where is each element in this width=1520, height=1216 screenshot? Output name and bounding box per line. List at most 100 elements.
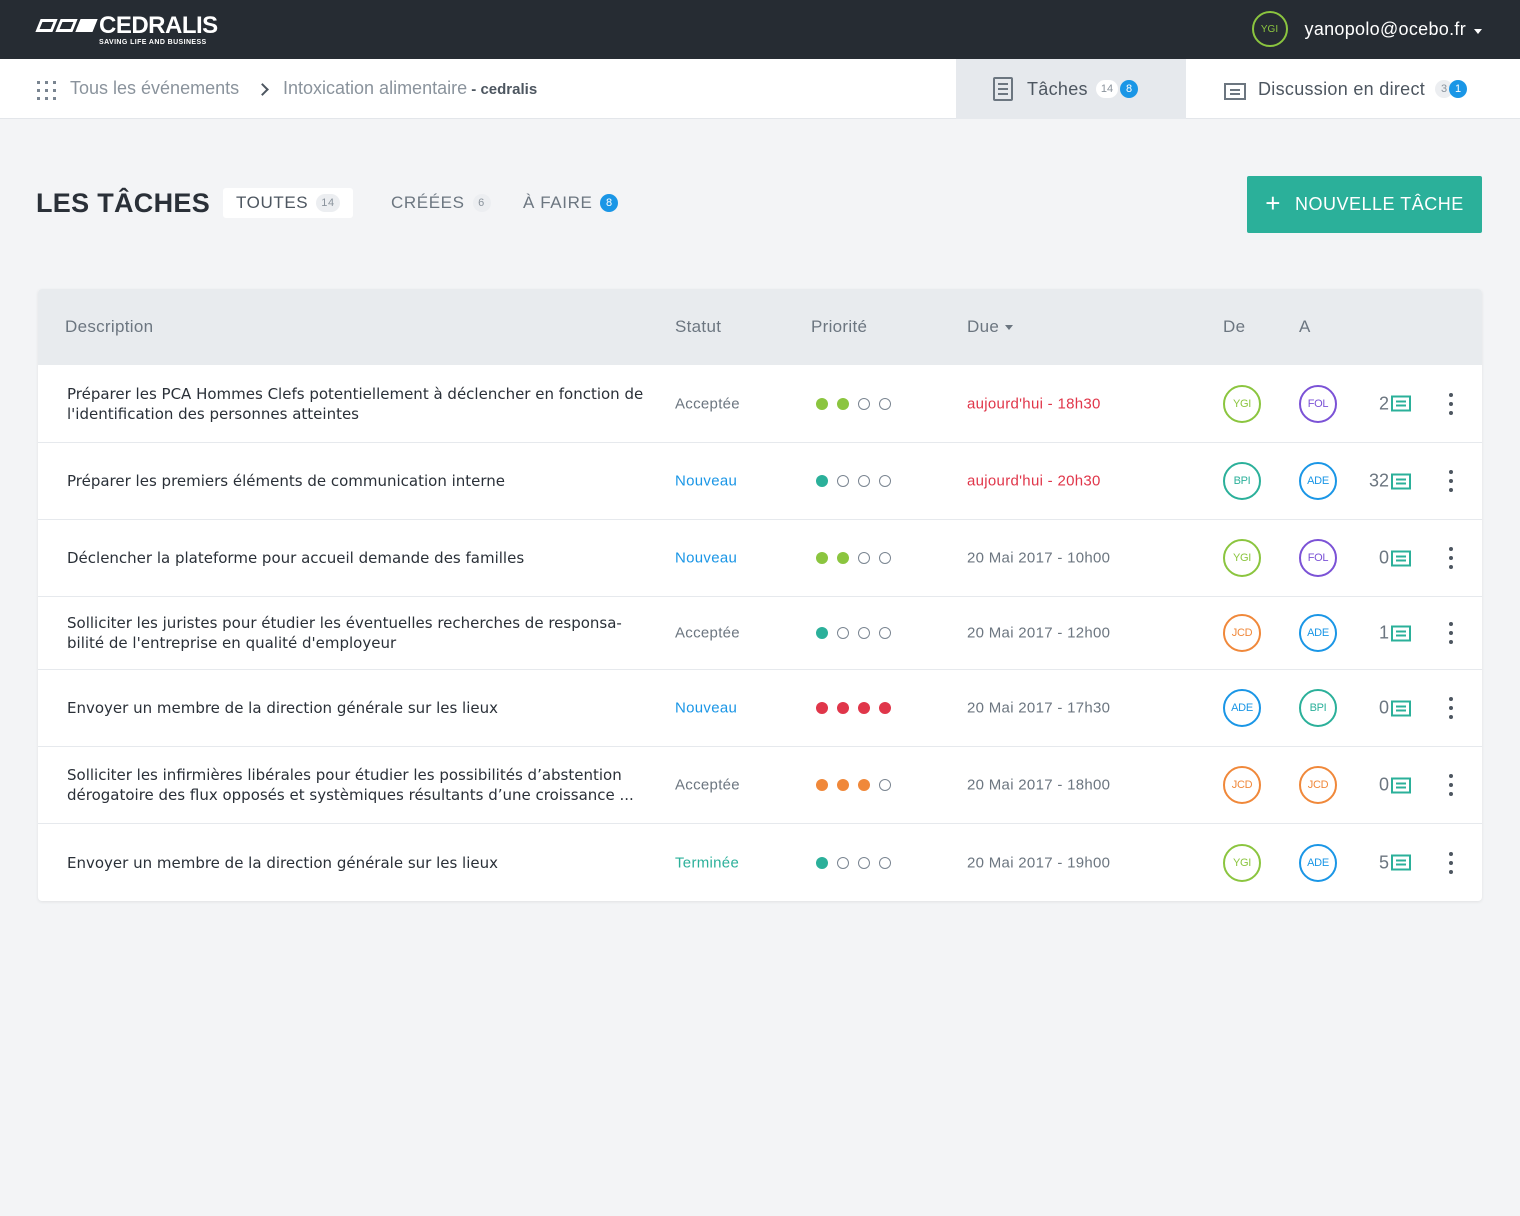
table-row[interactable]: Déclencher la plateforme pour accueil de…: [38, 519, 1482, 596]
more-options-icon[interactable]: [1446, 622, 1456, 644]
priority-dot-filled: [858, 779, 870, 791]
table-row[interactable]: Solliciter les juristes pour étudier les…: [38, 596, 1482, 669]
assignee-avatar[interactable]: JCD: [1299, 766, 1337, 804]
priority-dot-empty: [858, 856, 870, 869]
assignee-avatar[interactable]: FOL: [1299, 384, 1337, 423]
priority-dot-filled: [816, 397, 828, 410]
table-row[interactable]: Préparer les premiers éléments de commun…: [38, 442, 1482, 519]
task-due-date: 20 Mai 2017 - 12h00: [967, 624, 1111, 642]
apps-grid-icon[interactable]: [37, 81, 56, 100]
sub-navigation: Tous les événements Intoxication aliment…: [0, 59, 1520, 119]
task-status[interactable]: Terminée: [675, 854, 739, 871]
task-status[interactable]: Nouveau: [675, 473, 737, 490]
assigner-avatar[interactable]: BPI: [1223, 462, 1261, 500]
filter-created[interactable]: CRÉÉES 6: [378, 188, 504, 218]
task-due-date: 20 Mai 2017 - 18h00: [967, 776, 1111, 794]
filter-todo[interactable]: À FAIRE 8: [510, 188, 631, 218]
tab-live-chat-badge: 1: [1449, 80, 1468, 98]
task-comments[interactable]: 0: [1351, 698, 1411, 719]
assigner-avatar[interactable]: YGI: [1223, 843, 1261, 882]
task-description[interactable]: Préparer les PCA Hommes Clefs potentiell…: [67, 384, 647, 424]
breadcrumb-root-link[interactable]: Tous les événements: [70, 78, 239, 99]
chevron-down-icon[interactable]: [1474, 28, 1482, 34]
assignee-avatar[interactable]: ADE: [1299, 614, 1337, 652]
column-priority[interactable]: Priorité: [811, 317, 867, 337]
column-from[interactable]: De: [1223, 317, 1245, 337]
assignee-avatar[interactable]: BPI: [1299, 689, 1337, 727]
new-task-button[interactable]: + NOUVELLE TÂCHE: [1247, 176, 1482, 233]
task-description[interactable]: Préparer les premiers éléments de commun…: [67, 471, 647, 491]
comment-count: 0: [1378, 697, 1389, 718]
column-due[interactable]: Due: [967, 317, 1014, 337]
task-due-date: aujourd'hui - 18h30: [967, 395, 1101, 412]
tab-tasks[interactable]: Tâches 14 8: [956, 59, 1186, 119]
priority-dot-filled: [837, 397, 849, 410]
task-description[interactable]: Solliciter les juristes pour étudier les…: [67, 613, 647, 653]
filter-all[interactable]: TOUTES 14: [223, 188, 353, 218]
task-status[interactable]: Acceptée: [675, 777, 740, 794]
assignee-avatar[interactable]: ADE: [1299, 843, 1337, 882]
task-comments[interactable]: 2: [1351, 393, 1411, 414]
more-options-icon[interactable]: [1446, 851, 1456, 874]
filter-created-count: 6: [472, 194, 491, 212]
task-description[interactable]: Envoyer un membre de la direction généra…: [67, 698, 647, 718]
task-priority: [816, 397, 891, 410]
priority-dot-filled: [816, 856, 828, 869]
task-status[interactable]: Nouveau: [675, 700, 737, 717]
assigner-avatar[interactable]: ADE: [1223, 689, 1261, 727]
comment-count: 32: [1368, 470, 1389, 491]
table-row[interactable]: Solliciter les infirmières libérales pou…: [38, 746, 1482, 823]
task-priority: [816, 552, 891, 564]
task-comments[interactable]: 0: [1351, 548, 1411, 569]
table-row[interactable]: Préparer les PCA Hommes Clefs potentiell…: [38, 365, 1482, 442]
assignee-avatar[interactable]: ADE: [1299, 462, 1337, 500]
assigner-avatar[interactable]: YGI: [1223, 539, 1261, 577]
more-options-icon[interactable]: [1446, 774, 1456, 796]
checklist-icon: [993, 77, 1013, 101]
column-to[interactable]: A: [1299, 317, 1311, 337]
filter-todo-badge: 8: [600, 194, 619, 212]
comment-icon: [1391, 550, 1411, 566]
user-menu[interactable]: YGI yanopolo@ocebo.fr: [1251, 11, 1482, 47]
cedralis-logo[interactable]: CEDRALIS SAVING LIFE AND BUSINESS: [35, 12, 218, 46]
sort-desc-icon: [1005, 325, 1014, 331]
assigner-avatar[interactable]: YGI: [1223, 384, 1261, 423]
task-comments[interactable]: 5: [1351, 852, 1411, 873]
task-priority: [816, 856, 891, 869]
priority-dot-empty: [837, 856, 849, 869]
task-description[interactable]: Solliciter les infirmières libérales pou…: [67, 765, 647, 805]
column-description[interactable]: Description: [65, 317, 153, 337]
more-options-icon[interactable]: [1446, 547, 1456, 569]
more-options-icon[interactable]: [1446, 470, 1456, 492]
logo-tagline: SAVING LIFE AND BUSINESS: [99, 39, 207, 46]
user-email[interactable]: yanopolo@ocebo.fr: [1305, 19, 1466, 40]
task-description[interactable]: Envoyer un membre de la direction généra…: [67, 853, 647, 873]
comment-count: 0: [1378, 774, 1389, 795]
task-comments[interactable]: 0: [1351, 775, 1411, 796]
more-options-icon[interactable]: [1446, 392, 1456, 415]
priority-dot-filled: [816, 702, 828, 714]
assigner-avatar[interactable]: JCD: [1223, 766, 1261, 804]
assigner-avatar[interactable]: JCD: [1223, 614, 1261, 652]
task-comments[interactable]: 1: [1351, 623, 1411, 644]
task-description[interactable]: Déclencher la plateforme pour accueil de…: [67, 548, 647, 568]
task-due-date: 20 Mai 2017 - 19h00: [967, 854, 1111, 871]
comment-count: 1: [1378, 622, 1389, 643]
table-row[interactable]: Envoyer un membre de la direction généra…: [38, 669, 1482, 746]
task-status[interactable]: Acceptée: [675, 625, 740, 642]
tab-live-chat[interactable]: Discussion en direct 3 1: [1186, 59, 1520, 119]
task-status[interactable]: Nouveau: [675, 550, 737, 567]
user-avatar[interactable]: YGI: [1251, 11, 1288, 47]
more-options-icon[interactable]: [1446, 697, 1456, 719]
table-row[interactable]: Envoyer un membre de la direction généra…: [38, 823, 1482, 901]
priority-dot-filled: [837, 552, 849, 564]
tasks-table: Description Statut Priorité Due De A Pré…: [38, 289, 1482, 901]
assignee-avatar[interactable]: FOL: [1299, 539, 1337, 577]
priority-dot-filled: [837, 779, 849, 791]
task-status[interactable]: Acceptée: [675, 395, 740, 412]
priority-dot-empty: [858, 552, 870, 564]
task-comments[interactable]: 32: [1351, 471, 1411, 492]
logo-name: CEDRALIS: [99, 12, 218, 39]
chevron-right-icon: [258, 77, 267, 99]
column-status[interactable]: Statut: [675, 317, 721, 337]
